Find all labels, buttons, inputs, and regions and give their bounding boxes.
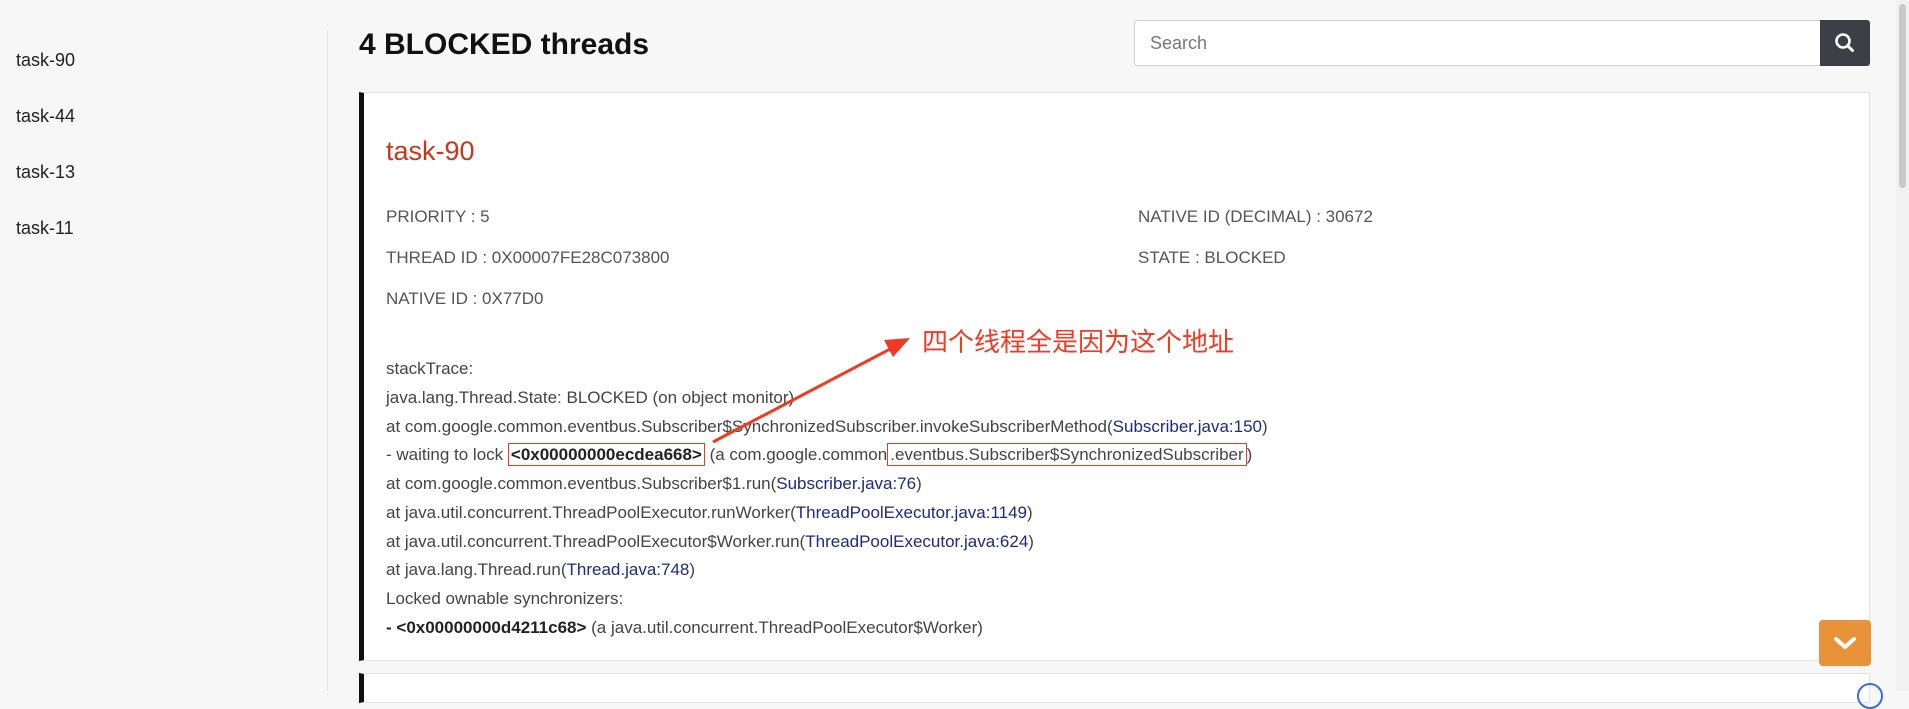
help-icon[interactable] [1857,683,1883,709]
scrollbar[interactable] [1896,0,1909,691]
scrollbar-thumb[interactable] [1899,4,1906,188]
chevron-down-icon [1834,637,1856,649]
scroll-down-button[interactable] [1819,620,1871,666]
annotation-text: 四个线程全是因为这个地址 [922,327,1235,357]
